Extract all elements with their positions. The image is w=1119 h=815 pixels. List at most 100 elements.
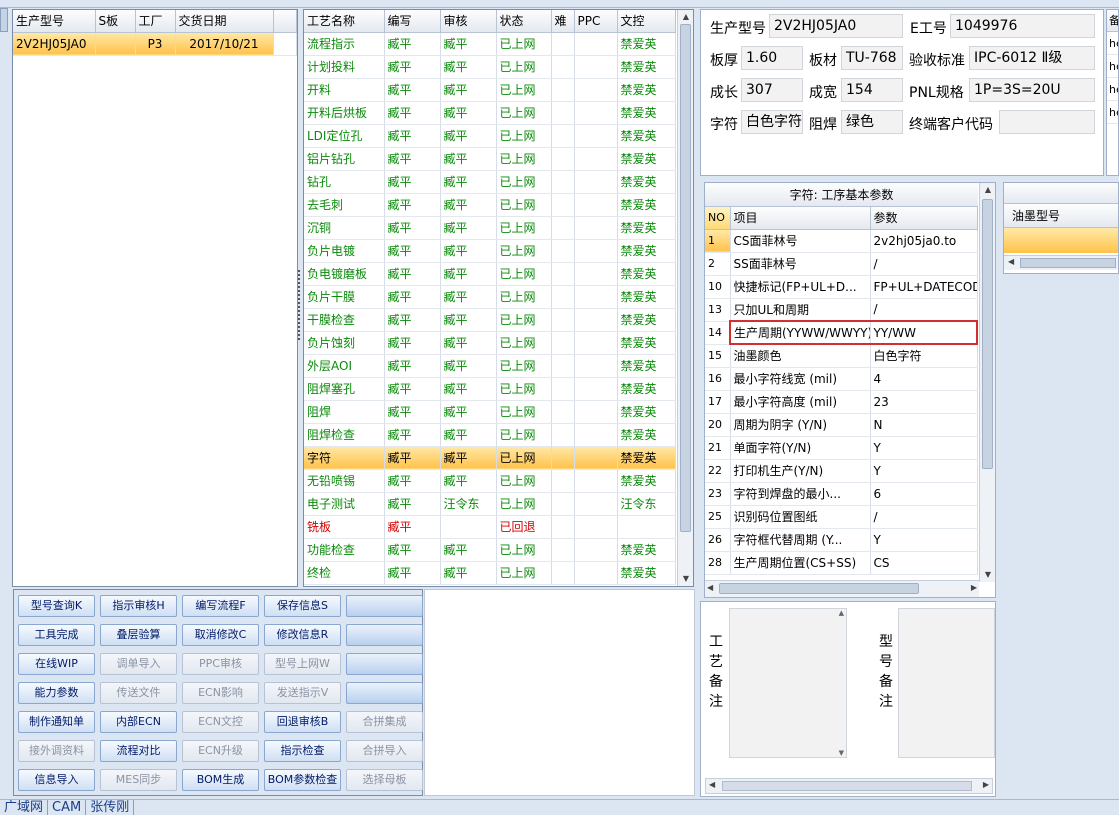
table-row[interactable]: 负片干膜 臧平 臧平 已上网 禁爱英 xyxy=(304,285,676,309)
scroll-up-icon[interactable]: ▲ xyxy=(678,10,694,24)
scroll-down-icon[interactable]: ▼ xyxy=(839,749,844,757)
action-button[interactable] xyxy=(346,595,423,617)
table-row[interactable]: 14 生产周期(YYWW/WWYY) YY/WW xyxy=(705,320,978,345)
action-button[interactable]: ECN影响 xyxy=(182,682,259,704)
table-row[interactable]: 13 只加UL和周期 / xyxy=(705,298,978,322)
table-row[interactable]: 10快捷标记(FP+UL+D...FP+UL+DATECODE xyxy=(705,275,978,299)
table-row[interactable]: 28 生产周期位置(CS+SS) CS xyxy=(705,551,978,575)
table-row[interactable]: 计划投料 臧平 臧平 已上网 禁爱英 xyxy=(304,55,676,79)
column-header[interactable]: 生产型号 xyxy=(13,10,96,33)
table-row[interactable]: 阻焊塞孔 臧平 臧平 已上网 禁爱英 xyxy=(304,377,676,401)
action-button[interactable]: PPC审核 xyxy=(182,653,259,675)
column-header[interactable]: 审核 xyxy=(440,10,497,33)
model-remark-field[interactable] xyxy=(898,608,995,758)
action-button[interactable]: 修改信息R xyxy=(264,624,341,646)
action-button[interactable]: BOM参数检查 xyxy=(264,769,341,791)
table-row[interactable]: 25 识别码位置图纸 / xyxy=(705,505,978,529)
table-row[interactable]: 20 周期为阴字 (Y/N) N xyxy=(705,413,978,437)
action-button[interactable]: 在线WIP xyxy=(18,653,95,675)
scroll-left-icon[interactable]: ◀ xyxy=(707,583,713,592)
column-header[interactable]: 文控 xyxy=(617,10,676,33)
table-row[interactable]: 2 SS面菲林号 / xyxy=(705,252,978,276)
ink-hscrollbar[interactable]: ◀ xyxy=(1004,255,1118,270)
remarks-hscrollbar[interactable]: ◀ ▶ xyxy=(705,778,993,794)
process-scrollbar[interactable]: ▲ ▼ xyxy=(677,10,693,586)
action-button[interactable] xyxy=(346,653,423,675)
action-button[interactable]: MES同步 xyxy=(100,769,177,791)
action-button[interactable]: 编写流程F xyxy=(182,595,259,617)
action-button[interactable]: ECN升级 xyxy=(182,740,259,762)
table-row[interactable]: 钻孔 臧平 臧平 已上网 禁爱英 xyxy=(304,170,676,194)
table-row[interactable]: 26 字符框代替周期 (Y... Y xyxy=(705,528,978,552)
table-row[interactable]: 铝片钻孔 臧平 臧平 已上网 禁爱英 xyxy=(304,147,676,171)
scroll-thumb[interactable] xyxy=(722,781,972,791)
customer-code-field[interactable] xyxy=(999,110,1095,134)
table-row[interactable]: 沉铜 臧平 臧平 已上网 禁爱英 xyxy=(304,216,676,240)
table-row[interactable]: 17 最小字符高度 (mil) 23 xyxy=(705,390,978,414)
column-header[interactable]: PPC xyxy=(574,10,618,33)
action-button[interactable]: 保存信息S xyxy=(264,595,341,617)
column-header[interactable]: 难 xyxy=(551,10,575,33)
table-row[interactable]: 开料后烘板 臧平 臧平 已上网 禁爱英 xyxy=(304,101,676,125)
scroll-up-icon[interactable]: ▲ xyxy=(839,609,844,617)
action-button[interactable]: 叠层验算 xyxy=(100,624,177,646)
action-button[interactable]: 合拼集成 xyxy=(346,711,423,733)
table-row[interactable]: 负片电镀 臧平 臧平 已上网 禁爱英 xyxy=(304,239,676,263)
material-field[interactable]: TU-768 xyxy=(841,46,903,70)
action-button[interactable]: 信息导入 xyxy=(18,769,95,791)
table-row[interactable]: 负片蚀刻 臧平 臧平 已上网 禁爱英 xyxy=(304,331,676,355)
mask-field[interactable]: 绿色 xyxy=(841,110,903,134)
table-row[interactable]: 无铅喷锡 臧平 臧平 已上网 禁爱英 xyxy=(304,469,676,493)
action-button[interactable]: 指示检查 xyxy=(264,740,341,762)
scroll-thumb[interactable] xyxy=(982,199,993,469)
action-button[interactable]: 发送指示V xyxy=(264,682,341,704)
action-button[interactable]: 工具完成 xyxy=(18,624,95,646)
scroll-left-icon[interactable]: ◀ xyxy=(709,780,715,789)
table-row[interactable]: 字符 臧平 臧平 已上网 禁爱英 xyxy=(304,446,676,470)
scroll-down-icon[interactable]: ▼ xyxy=(980,568,996,582)
table-row[interactable]: 去毛刺 臧平 臧平 已上网 禁爱英 xyxy=(304,193,676,217)
scroll-right-icon[interactable]: ▶ xyxy=(971,583,977,592)
table-row[interactable]: 1 CS面菲林号 2v2hj05ja0.to xyxy=(705,229,978,253)
ink-selected-row[interactable] xyxy=(1004,228,1118,253)
process-remark-field[interactable]: ▲ ▼ xyxy=(729,608,847,758)
table-row[interactable]: 电子测试 臧平 汪令东 已上网 汪令东 xyxy=(304,492,676,516)
table-row[interactable]: 阻焊检查 臧平 臧平 已上网 禁爱英 xyxy=(304,423,676,447)
table-row[interactable]: 23 字符到焊盘的最小... 6 xyxy=(705,482,978,506)
action-button[interactable]: 回退审核B xyxy=(264,711,341,733)
action-button[interactable]: 取消修改C xyxy=(182,624,259,646)
e-no-field[interactable]: 1049976 xyxy=(950,14,1095,38)
table-row[interactable]: 干膜检查 臧平 臧平 已上网 禁爱英 xyxy=(304,308,676,332)
action-button[interactable]: 传送文件 xyxy=(100,682,177,704)
column-header[interactable]: 交货日期 xyxy=(175,10,274,33)
char-field[interactable]: 白色字符 xyxy=(741,110,803,134)
action-button[interactable]: 合拼导入 xyxy=(346,740,423,762)
table-row[interactable]: 开料 臧平 臧平 已上网 禁爱英 xyxy=(304,78,676,102)
table-row[interactable]: 铣板 臧平 已回退 xyxy=(304,515,676,539)
column-header[interactable]: 工厂 xyxy=(135,10,176,33)
scroll-thumb[interactable] xyxy=(719,583,919,594)
action-button[interactable]: 型号上网W xyxy=(264,653,341,675)
column-header[interactable]: 状态 xyxy=(496,10,552,33)
table-row[interactable]: 外层AOI 臧平 臧平 已上网 禁爱英 xyxy=(304,354,676,378)
action-button[interactable]: ECN文控 xyxy=(182,711,259,733)
table-row[interactable]: 流程指示 臧平 臧平 已上网 禁爱英 xyxy=(304,32,676,56)
table-row[interactable]: LDI定位孔 臧平 臧平 已上网 禁爱英 xyxy=(304,124,676,148)
column-header[interactable]: NO xyxy=(705,207,731,230)
action-button[interactable]: 能力参数 xyxy=(18,682,95,704)
scroll-up-icon[interactable]: ▲ xyxy=(980,183,996,197)
table-row[interactable]: 2V2HJ05JA0 P3 2017/10/21 xyxy=(13,32,297,56)
action-button[interactable]: 调单导入 xyxy=(100,653,177,675)
action-button[interactable] xyxy=(346,624,423,646)
action-button[interactable]: 型号查询K xyxy=(18,595,95,617)
table-row[interactable]: 15 油墨颜色 白色字符 xyxy=(705,344,978,368)
action-button[interactable]: 指示审核H xyxy=(100,595,177,617)
thickness-field[interactable]: 1.60 xyxy=(741,46,803,70)
action-button[interactable]: BOM生成 xyxy=(182,769,259,791)
table-row[interactable]: 终检 臧平 臧平 已上网 禁爱英 xyxy=(304,561,676,585)
width-field[interactable]: 154 xyxy=(841,78,903,102)
column-header[interactable]: 工艺名称 xyxy=(304,10,385,33)
prod-model-field[interactable]: 2V2HJ05JA0 xyxy=(769,14,903,38)
action-button[interactable]: 接外调资料 xyxy=(18,740,95,762)
param-scrollbar[interactable]: ▲ ▼ xyxy=(979,183,995,582)
